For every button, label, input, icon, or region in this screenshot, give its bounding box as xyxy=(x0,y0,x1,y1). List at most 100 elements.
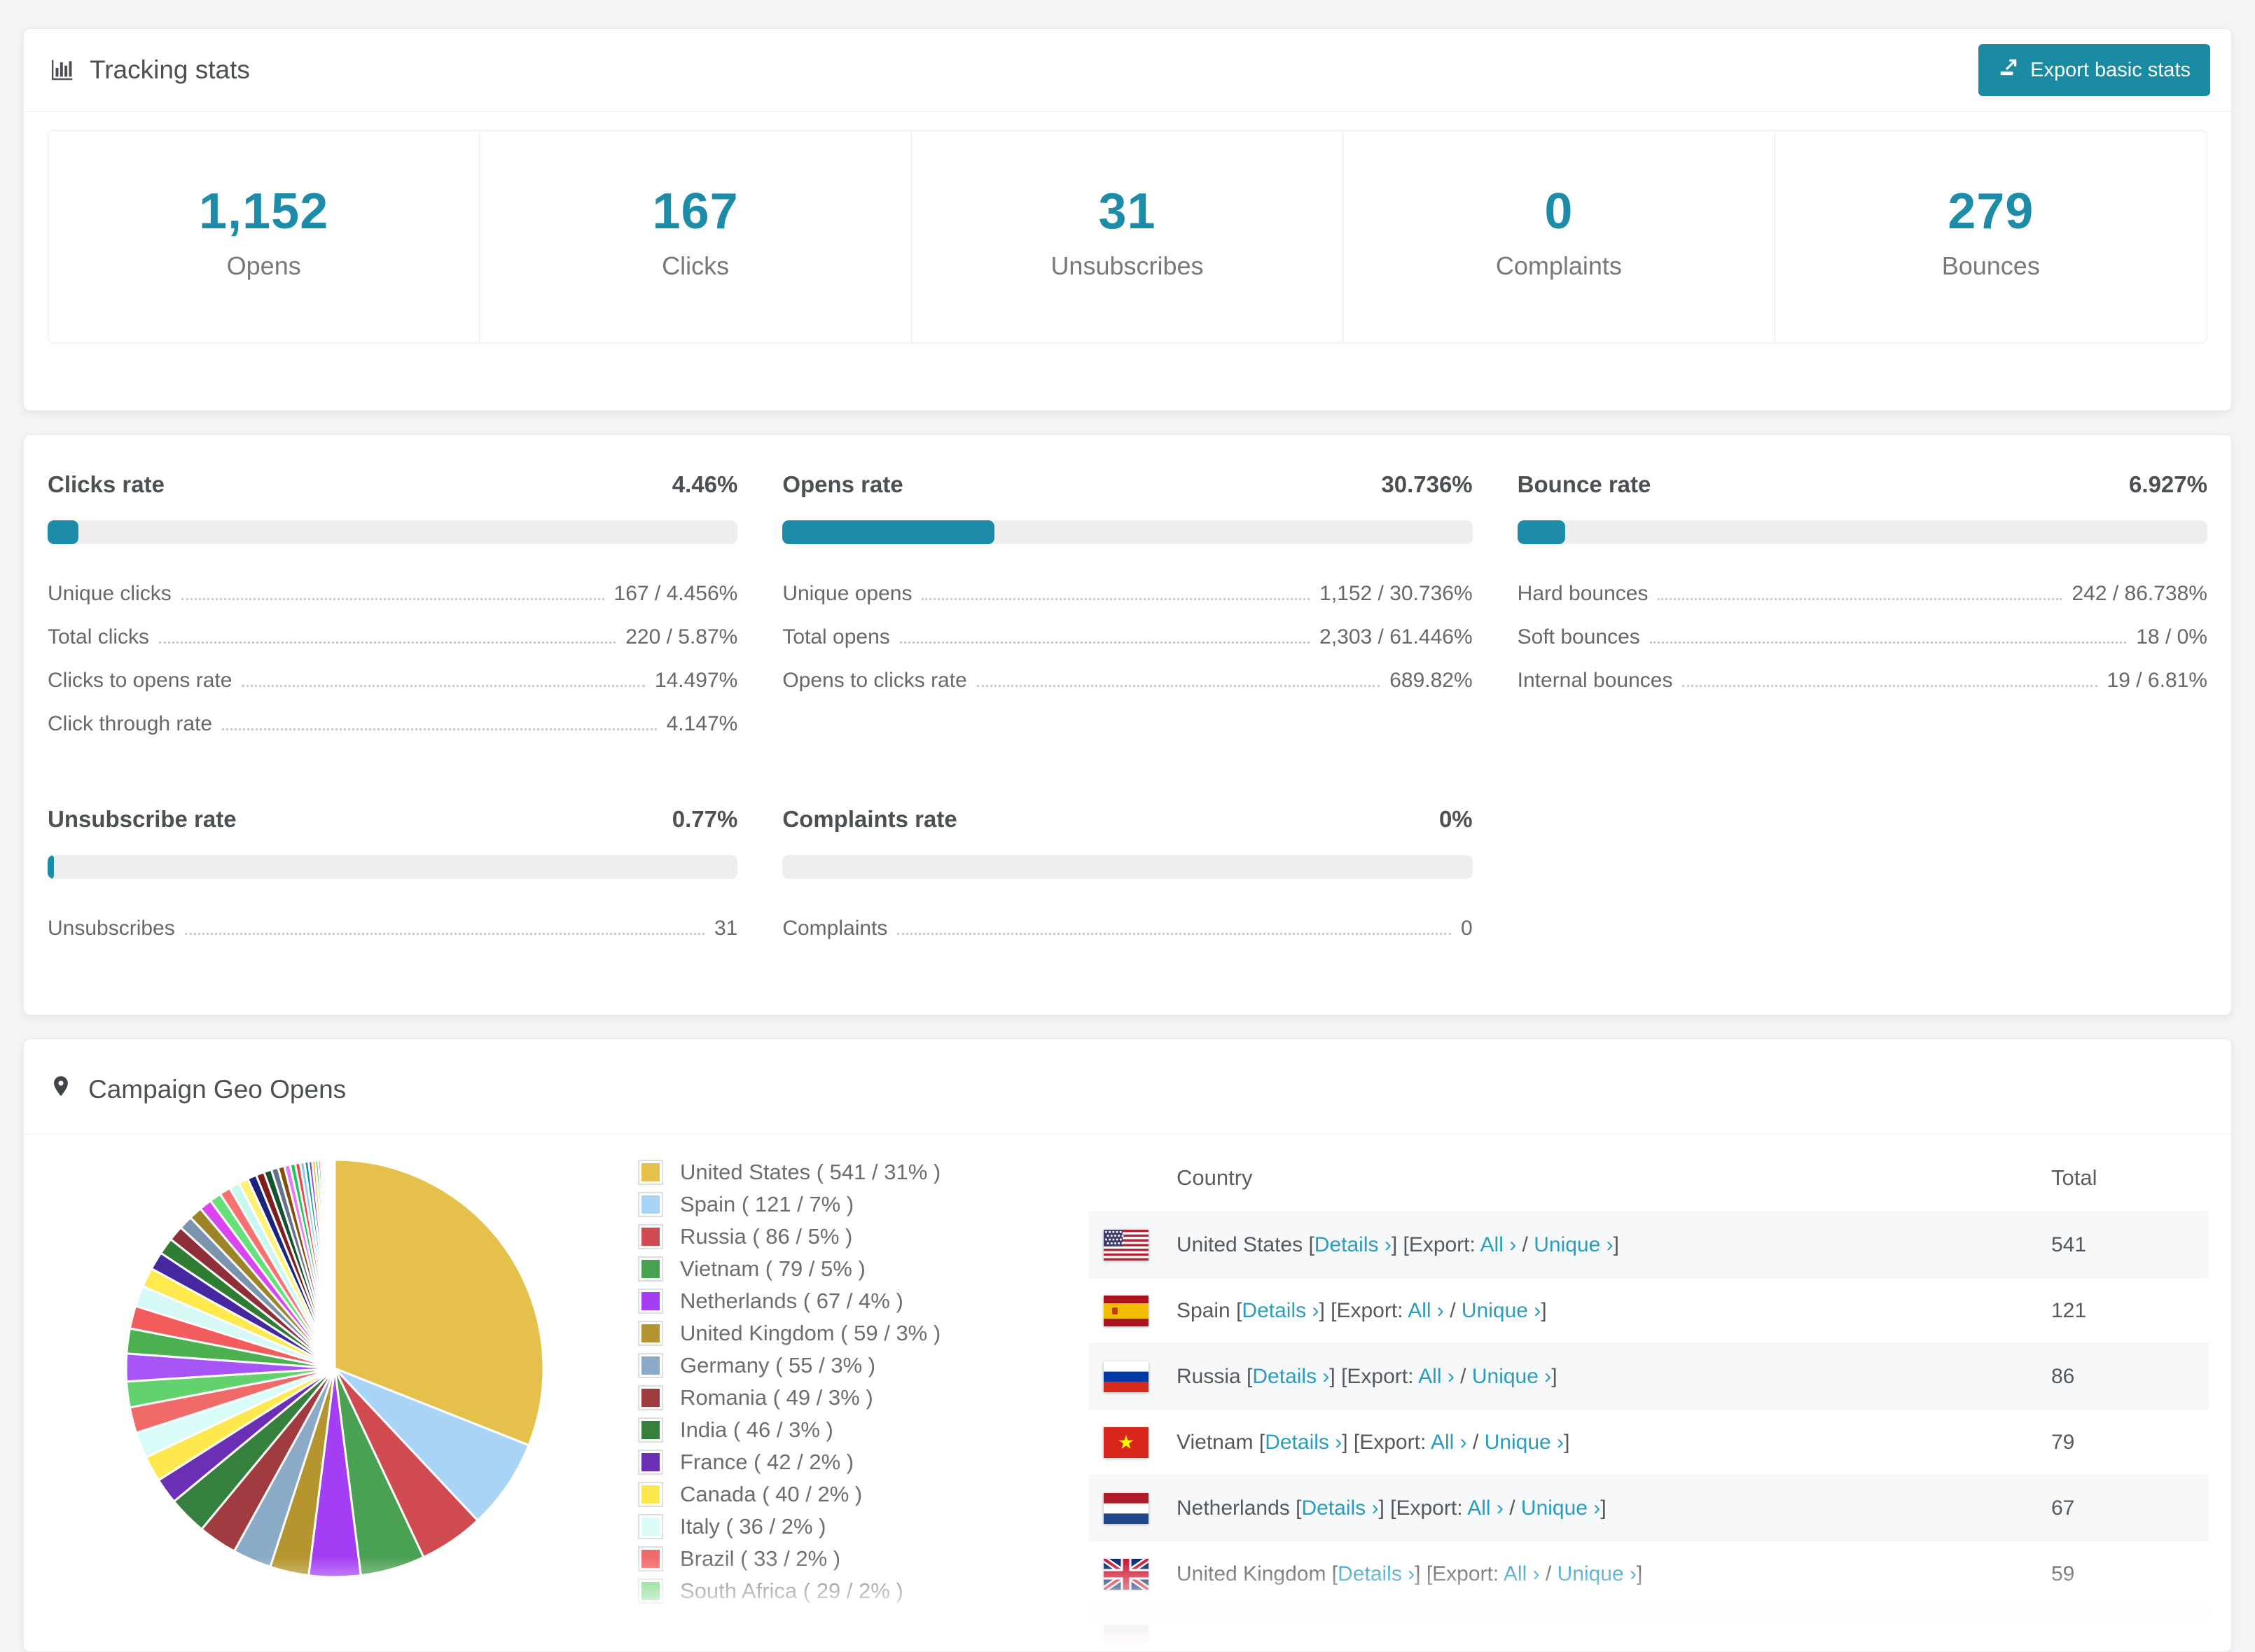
details-link[interactable]: Details › xyxy=(1252,1365,1329,1388)
rate-value: 0.77% xyxy=(672,806,738,833)
dotted-leader xyxy=(185,933,705,935)
rate-row: Click through rate4.147% xyxy=(48,702,737,746)
rate-row-value: 2,303 / 61.446% xyxy=(1319,625,1473,649)
export-unique-link[interactable]: Unique › xyxy=(1521,1497,1600,1520)
summary-stat-bounces: 279Bounces xyxy=(1775,131,2207,342)
rate-row-label: Soft bounces xyxy=(1518,625,1640,649)
export-all-link[interactable]: All › xyxy=(1431,1431,1467,1454)
legend-item: United States ( 541 / 31% ) xyxy=(638,1160,1048,1185)
rate-row-value: 14.497% xyxy=(655,669,737,693)
rate-row-value: 31 xyxy=(714,917,737,940)
slash: / xyxy=(1516,1233,1534,1256)
legend-item: Russia ( 86 / 5% ) xyxy=(638,1224,1048,1249)
export-all-link[interactable]: All › xyxy=(1480,1233,1517,1256)
details-link[interactable]: Details › xyxy=(1301,1497,1378,1520)
legend-swatch xyxy=(638,1546,663,1571)
geo-table-header: Country Total xyxy=(1088,1147,2209,1212)
geo-col-total: Total xyxy=(2051,1165,2209,1191)
legend-label: Romania ( 49 / 3% ) xyxy=(680,1385,873,1410)
legend-label: France ( 42 / 2% ) xyxy=(680,1450,854,1475)
rate-row-value: 19 / 6.81% xyxy=(2107,669,2207,693)
rate-progress-fill xyxy=(48,520,78,544)
export-all-link[interactable]: All › xyxy=(1467,1497,1504,1520)
summary-value: 0 xyxy=(1350,183,1767,240)
rate-title: Unsubscribe rate xyxy=(48,806,237,833)
summary-value: 31 xyxy=(919,183,1335,240)
legend-label: Netherlands ( 67 / 4% ) xyxy=(680,1289,903,1314)
details-link[interactable]: Details › xyxy=(1242,1299,1319,1322)
flag-de-icon xyxy=(1104,1625,1149,1652)
rate-row: Total clicks220 / 5.87% xyxy=(48,616,737,659)
rate-rows: Unsubscribes31 xyxy=(48,907,737,950)
rate-title: Opens rate xyxy=(782,471,903,498)
geo-legend: United States ( 541 / 31% )Spain ( 121 /… xyxy=(638,1160,1048,1611)
country-name: United Kingdom xyxy=(1177,1562,1332,1585)
bracket: ] [Export: xyxy=(1378,1497,1467,1520)
rate-title-row: Clicks rate4.46% xyxy=(48,471,737,498)
rate-value: 6.927% xyxy=(2129,471,2207,498)
rate-row-value: 0 xyxy=(1461,917,1473,940)
bracket: ] xyxy=(1614,1233,1619,1256)
export-unique-link[interactable]: Unique › xyxy=(1472,1365,1551,1388)
export-unique-link[interactable]: Unique › xyxy=(1557,1562,1637,1585)
summary-stat-clicks: 167Clicks xyxy=(480,131,911,342)
rate-progress-track xyxy=(782,855,1472,879)
rate-progress-track xyxy=(1518,520,2207,544)
rate-progress-track xyxy=(48,520,737,544)
details-link[interactable]: Details › xyxy=(1314,1233,1392,1256)
export-unique-link[interactable]: Unique › xyxy=(1534,1233,1613,1256)
legend-label: United States ( 541 / 31% ) xyxy=(680,1160,941,1185)
legend-swatch xyxy=(638,1192,663,1217)
slash: / xyxy=(1540,1562,1557,1585)
bracket: ] xyxy=(1564,1431,1569,1454)
dotted-leader xyxy=(1650,641,2126,644)
details-link[interactable]: Details › xyxy=(1338,1562,1415,1585)
export-unique-link[interactable]: Unique › xyxy=(1485,1431,1564,1454)
dotted-leader xyxy=(181,598,604,600)
bracket: ] [Export: xyxy=(1392,1233,1480,1256)
legend-item: India ( 46 / 3% ) xyxy=(638,1417,1048,1443)
export-all-link[interactable]: All › xyxy=(1504,1562,1540,1585)
legend-label: Germany ( 55 / 3% ) xyxy=(680,1353,875,1378)
bracket: ] xyxy=(1637,1562,1642,1585)
rate-title-row: Complaints rate0% xyxy=(782,806,1472,833)
rate-row: Internal bounces 19 / 6.81% xyxy=(1518,659,2207,702)
legend-item: Germany ( 55 / 3% ) xyxy=(638,1353,1048,1378)
export-all-link[interactable]: All › xyxy=(1418,1365,1455,1388)
rate-row-label: Click through rate xyxy=(48,712,212,736)
tracking-stats-page: Tracking stats Export basic stats 1,152O… xyxy=(0,0,2255,1652)
country-name: Vietnam xyxy=(1177,1431,1259,1454)
legend-item: Romania ( 49 / 3% ) xyxy=(638,1385,1048,1410)
rate-row: Total opens2,303 / 61.446% xyxy=(782,616,1472,659)
flag-ru-icon xyxy=(1104,1361,1149,1392)
rate-row-label: Internal bounces xyxy=(1518,669,1673,693)
rate-row-label: Unique clicks xyxy=(48,582,172,606)
details-link[interactable]: Details › xyxy=(1265,1431,1342,1454)
legend-item: United Kingdom ( 59 / 3% ) xyxy=(638,1321,1048,1346)
summary-value: 1,152 xyxy=(55,183,472,240)
legend-swatch xyxy=(638,1482,663,1507)
legend-item: South Africa ( 29 / 2% ) xyxy=(638,1578,1048,1604)
export-all-link[interactable]: All › xyxy=(1408,1299,1444,1322)
legend-swatch xyxy=(638,1224,663,1249)
rate-row-value: 220 / 5.87% xyxy=(625,625,737,649)
legend-label: United Kingdom ( 59 / 3% ) xyxy=(680,1321,941,1346)
flag-vn-icon xyxy=(1104,1427,1149,1458)
flag-us-icon xyxy=(1104,1230,1149,1261)
rate-row: Unsubscribes31 xyxy=(48,907,737,950)
rate-row-label: Unique opens xyxy=(782,582,912,606)
legend-label: Canada ( 40 / 2% ) xyxy=(680,1482,862,1507)
bracket: ] [Export: xyxy=(1415,1562,1504,1585)
geo-body: United States ( 541 / 31% )Spain ( 121 /… xyxy=(24,1134,2231,1652)
rate-rows: Unique opens1,152 / 30.736%Total opens2,… xyxy=(782,572,1472,702)
rate-row-value: 167 / 4.456% xyxy=(614,582,738,606)
geo-table-row: United States [Details ›] [Export: All ›… xyxy=(1088,1212,2209,1277)
pie-slice[interactable] xyxy=(334,1160,335,1368)
export-unique-link[interactable]: Unique › xyxy=(1462,1299,1541,1322)
export-basic-stats-button[interactable]: Export basic stats xyxy=(1978,44,2210,96)
rate-row: Unique opens1,152 / 30.736% xyxy=(782,572,1472,616)
country-total: 59 xyxy=(2051,1562,2209,1586)
rate-row: Soft bounces18 / 0% xyxy=(1518,616,2207,659)
rate-rows: Hard bounces242 / 86.738%Soft bounces18 … xyxy=(1518,572,2207,702)
legend-item: Vietnam ( 79 / 5% ) xyxy=(638,1256,1048,1282)
